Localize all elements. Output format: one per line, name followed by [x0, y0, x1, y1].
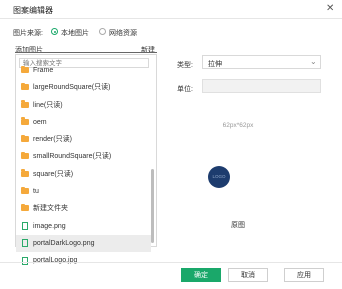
file-icon — [22, 222, 28, 231]
ok-button[interactable]: 确定 — [181, 268, 221, 282]
radio-web-resource-label[interactable]: 网络资源 — [109, 28, 137, 38]
folder-icon — [21, 82, 29, 91]
file-icon — [22, 239, 28, 248]
image-tree-list: Frame largeRoundSquare(只读) line(只读) oem rend… — [16, 65, 151, 270]
logo-preview-image: LOGO — [208, 166, 230, 188]
folder-item[interactable]: tu — [16, 183, 151, 200]
list-scrollbar[interactable] — [151, 169, 154, 243]
folder-item[interactable]: 新建文件夹 — [16, 200, 151, 217]
item-label: largeRoundSquare(只读) — [33, 84, 111, 92]
folder-item[interactable]: square(只读) — [16, 166, 151, 183]
add-image-underline — [15, 52, 157, 53]
folder-icon — [21, 65, 29, 73]
preview-label: 原图 — [231, 222, 245, 229]
item-label: square(只读) — [33, 170, 74, 178]
folder-icon — [21, 134, 29, 143]
folder-icon — [21, 186, 29, 195]
folder-item[interactable]: largeRoundSquare(只读) — [16, 79, 151, 96]
file-icon — [22, 256, 28, 265]
source-label: 图片来源: — [13, 30, 43, 37]
close-icon[interactable]: ✕ — [326, 3, 334, 14]
radio-local-image[interactable] — [51, 28, 58, 35]
apply-button[interactable]: 应用 — [284, 268, 324, 282]
header-divider — [0, 18, 342, 19]
folder-icon — [21, 151, 29, 160]
item-label: smallRoundSquare(只读) — [33, 153, 112, 161]
preview-size: 62px*62px — [222, 122, 254, 129]
radio-web-resource[interactable] — [99, 28, 106, 35]
item-label: image.png — [33, 222, 66, 230]
item-label: oem — [33, 118, 47, 126]
cancel-button[interactable]: 取消 — [228, 268, 268, 282]
item-label: 新建文件夹 — [33, 205, 68, 213]
chevron-down-icon[interactable]: ⌄ — [310, 57, 317, 66]
item-label: render(只读) — [33, 136, 72, 144]
file-item[interactable]: portalDarkLogo.png — [16, 234, 151, 253]
folder-icon — [21, 117, 29, 125]
folder-item[interactable]: line(只读) — [16, 97, 151, 114]
folder-icon — [21, 169, 29, 177]
folder-icon — [21, 203, 29, 212]
folder-item[interactable]: render(只读) — [16, 131, 151, 148]
type-select-value[interactable]: 拉伸 — [208, 59, 222, 69]
radio-local-image-label[interactable]: 本地图片 — [61, 28, 89, 38]
item-label: line(只读) — [33, 101, 63, 109]
file-item[interactable]: image.png — [16, 218, 151, 235]
item-label: portalDarkLogo.png — [33, 239, 95, 247]
footer-divider — [0, 262, 342, 263]
item-label: portalLogo.jpg — [33, 257, 78, 265]
folder-item[interactable]: oem — [16, 114, 151, 131]
file-item[interactable]: portalLogo.jpg — [16, 252, 151, 269]
item-label: Frame — [33, 67, 54, 74]
item-label: tu — [33, 188, 39, 196]
dialog-title: 图案编辑器 — [13, 6, 53, 15]
folder-item[interactable]: Frame — [16, 62, 151, 79]
folder-item[interactable]: smallRoundSquare(只读) — [16, 148, 151, 165]
type-label: 类型: — [177, 62, 193, 69]
unit-label: 单位: — [177, 86, 193, 93]
folder-icon — [21, 100, 29, 108]
unit-field — [202, 79, 321, 93]
